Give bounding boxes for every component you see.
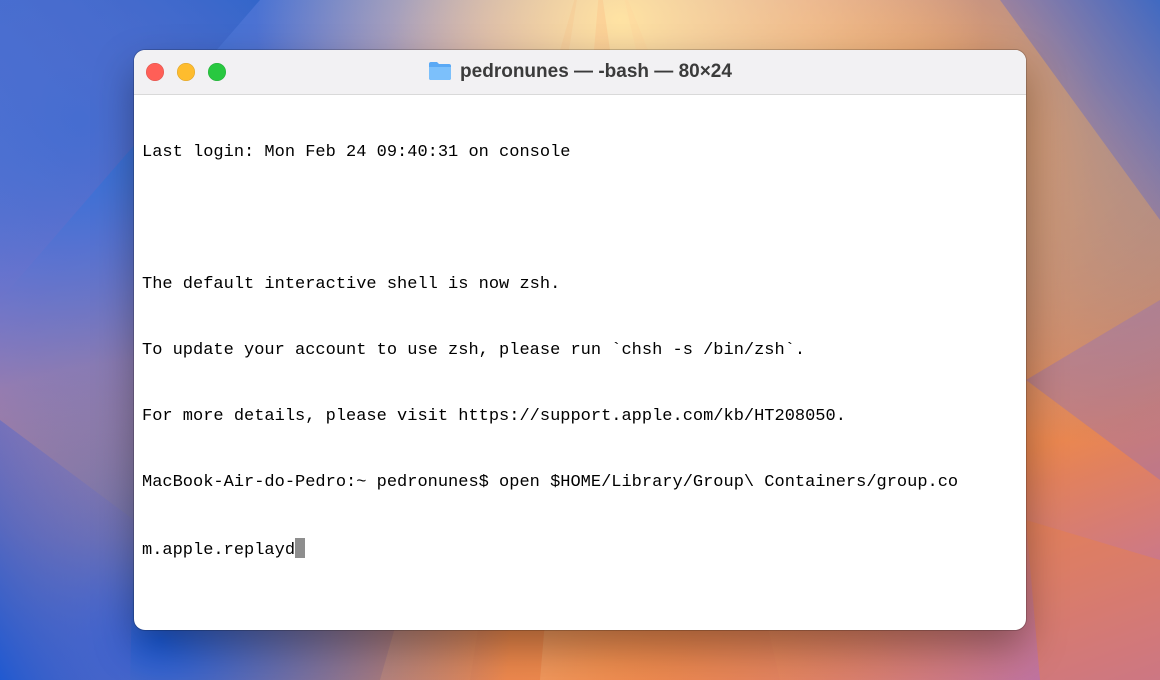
folder-icon	[428, 61, 452, 88]
terminal-line: For more details, please visit https://s…	[142, 407, 846, 426]
window-title: pedronunes — -bash — 80×24	[134, 60, 1026, 88]
terminal-input-line[interactable]: m.apple.replayd	[142, 538, 1018, 560]
terminal-line: MacBook-Air-do-Pedro:~ pedronunes$ open …	[142, 473, 959, 492]
text-cursor	[295, 538, 306, 558]
window-title-text: pedronunes — -bash — 80×24	[460, 61, 732, 82]
terminal-line-text: m.apple.replayd	[142, 541, 296, 560]
terminal-output[interactable]: Last login: Mon Feb 24 09:40:31 on conso…	[142, 98, 1018, 622]
terminal-line: To update your account to use zsh, pleas…	[142, 341, 806, 360]
window-titlebar[interactable]: pedronunes — -bash — 80×24	[134, 50, 1026, 95]
terminal-line: Last login: Mon Feb 24 09:40:31 on conso…	[142, 143, 571, 162]
terminal-line: The default interactive shell is now zsh…	[142, 275, 561, 294]
terminal-window[interactable]: pedronunes — -bash — 80×24 Last login: M…	[134, 50, 1026, 630]
